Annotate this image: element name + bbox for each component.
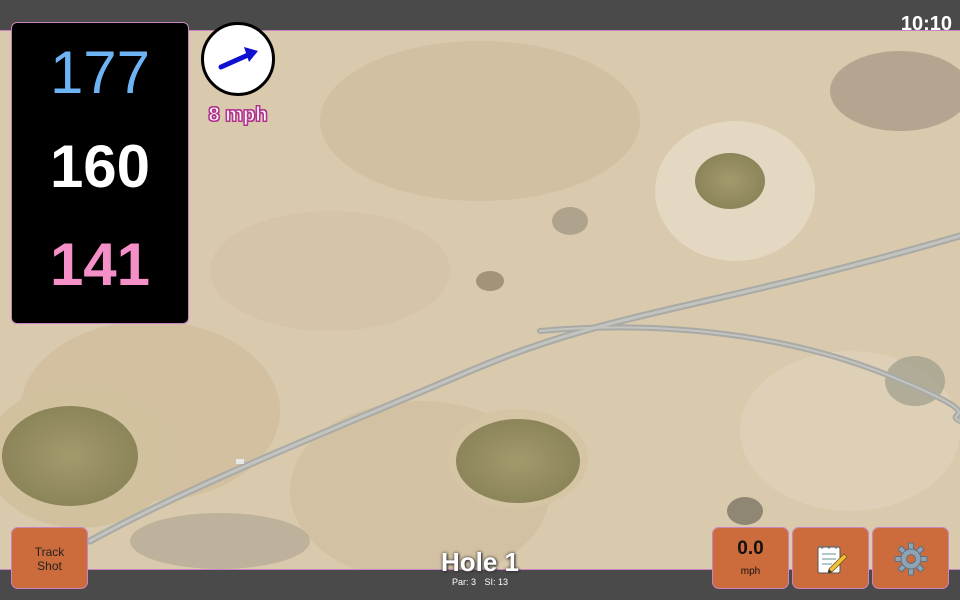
hole-par: Par: 3: [451, 577, 476, 587]
notepad-pencil-icon: [817, 545, 848, 574]
hole-stroke-index: SI: 13: [484, 577, 509, 587]
speed-button[interactable]: 0.0 mph: [712, 527, 789, 589]
wind-arrow-icon: [218, 47, 258, 70]
wind-speed: 8 mph: [208, 104, 268, 127]
hole-meta: Par: 3 SI: 13: [380, 577, 580, 587]
track-shot-button[interactable]: Track Shot: [11, 527, 88, 589]
notes-button[interactable]: [792, 527, 869, 589]
settings-button[interactable]: [872, 527, 949, 589]
track-shot-label-line2: Shot: [37, 559, 62, 573]
hole-title: Hole 1: [440, 547, 520, 577]
middle-distance: 160: [49, 133, 151, 200]
front-distance: 141: [49, 231, 151, 298]
speed-unit: mph: [740, 566, 761, 577]
speed-value: 0.0: [737, 538, 764, 559]
track-shot-label-line1: Track: [34, 545, 65, 559]
track-shot-label: Track Shot: [12, 545, 87, 573]
gear-icon: [894, 542, 928, 576]
distance-panel: 177 160 141: [11, 22, 189, 324]
wind-direction-dial: [201, 22, 275, 96]
status-clock: 10:10: [900, 13, 952, 35]
back-distance: 177: [49, 39, 151, 106]
golf-gps-screen: 10:10 177 160 141 8 mph Track Shot Hole …: [0, 0, 960, 600]
